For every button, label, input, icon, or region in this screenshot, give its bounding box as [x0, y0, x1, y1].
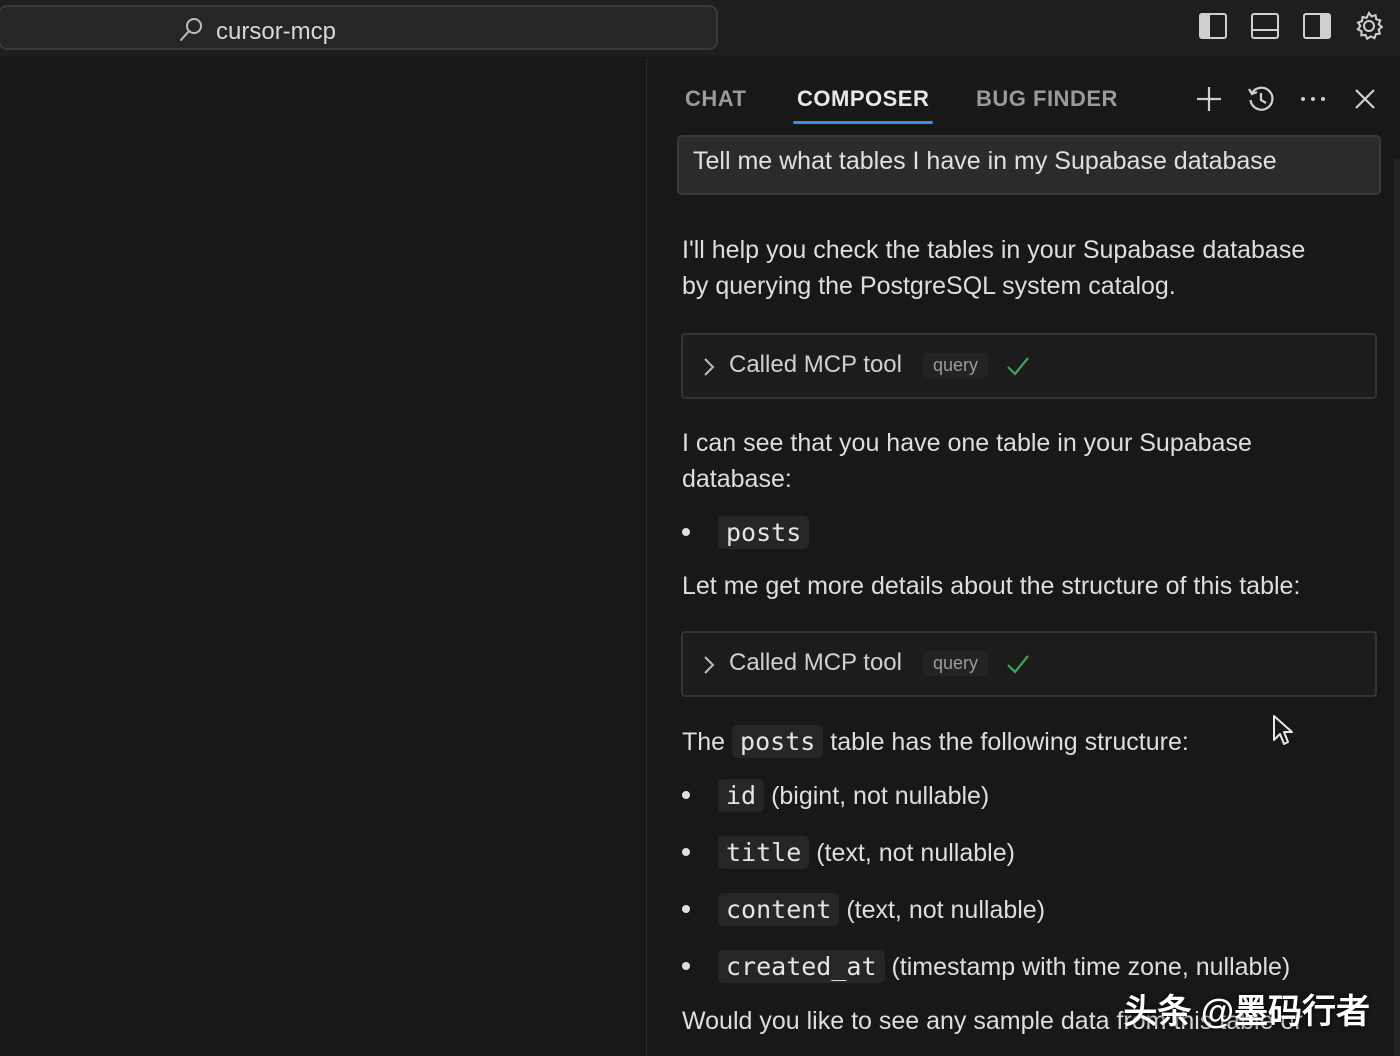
tab-chat[interactable]: CHAT — [685, 86, 746, 112]
check-icon — [1007, 655, 1029, 674]
intro-line-1: I'll help you check the tables in your S… — [682, 236, 1306, 264]
found-line-2: database: — [682, 465, 792, 493]
chevron-right-icon — [704, 358, 715, 376]
bullet — [682, 791, 690, 800]
found-line-1: I can see that you have one table in you… — [682, 429, 1252, 457]
bullet — [682, 905, 690, 914]
list-item: id (bigint, not nullable) — [682, 778, 1382, 814]
list-item: posts — [682, 515, 1382, 551]
panel-tabs: CHAT COMPOSER BUG FINDER — [647, 59, 1400, 137]
column-desc: (timestamp with time zone, nullable) — [891, 953, 1291, 981]
plus-icon[interactable] — [1191, 81, 1227, 117]
search-text: cursor-mcp — [216, 18, 337, 45]
intro-line-2: by querying the PostgreSQL system catalo… — [682, 272, 1176, 300]
column-name: id — [718, 779, 765, 812]
tool-call-1[interactable]: Called MCP tool query — [681, 333, 1377, 399]
column-desc: (text, not nullable) — [816, 839, 1015, 867]
column-desc: (bigint, not nullable) — [771, 782, 990, 810]
assistant-message-intro: I'll help you check the tables in your S… — [682, 232, 1382, 304]
toggle-secondary-sidebar-icon[interactable] — [1300, 9, 1334, 43]
structure-pre: The — [682, 728, 726, 756]
structure-code: posts — [732, 725, 824, 758]
history-icon[interactable] — [1243, 81, 1279, 117]
close-icon[interactable] — [1347, 81, 1383, 117]
layout-controls — [1196, 9, 1386, 43]
settings-gear-icon[interactable] — [1352, 9, 1386, 43]
bullet — [682, 848, 690, 857]
more-icon[interactable] — [1295, 81, 1331, 117]
tab-composer[interactable]: COMPOSER — [797, 86, 929, 112]
tab-bug-finder[interactable]: BUG FINDER — [976, 86, 1118, 112]
editor-area[interactable] — [0, 59, 646, 1056]
column-name: content — [718, 893, 840, 926]
details-line: Let me get more details about the struct… — [682, 572, 1301, 600]
tool-name-tag: query — [923, 651, 989, 676]
watermark: 头条 @墨码行者 — [1123, 993, 1370, 1031]
list-item: created_at (timestamp with time zone, nu… — [682, 949, 1382, 985]
tool-call-label: Called MCP tool — [729, 351, 902, 378]
search-icon — [180, 18, 202, 41]
bullet — [682, 528, 690, 537]
column-desc: (text, not nullable) — [846, 896, 1046, 924]
title-bar: cursor-mcp — [0, 0, 1400, 58]
mouse-cursor-icon — [1273, 715, 1293, 745]
panel-actions — [1191, 81, 1383, 117]
assistant-message-found: I can see that you have one table in you… — [682, 425, 1382, 497]
toggle-panel-icon[interactable] — [1248, 9, 1282, 43]
active-tab-indicator — [793, 121, 933, 124]
toggle-primary-sidebar-icon[interactable] — [1196, 9, 1230, 43]
panel-scrollbar[interactable] — [1394, 159, 1400, 1056]
table-name-code: posts — [718, 516, 810, 549]
check-icon — [1007, 357, 1029, 376]
composer-panel: CHAT COMPOSER BUG FINDER Tell me what ta… — [646, 59, 1400, 1056]
list-item: content (text, not nullable) — [682, 892, 1382, 928]
command-center-search[interactable]: cursor-mcp — [0, 5, 718, 50]
user-message[interactable]: Tell me what tables I have in my Supabas… — [677, 135, 1381, 195]
list-item: title (text, not nullable) — [682, 835, 1382, 871]
tool-call-label: Called MCP tool — [729, 649, 902, 676]
structure-post: table has the following structure: — [830, 728, 1189, 756]
tool-call-2[interactable]: Called MCP tool query — [681, 631, 1377, 697]
chevron-right-icon — [704, 656, 715, 674]
column-name: created_at — [718, 950, 885, 983]
tool-name-tag: query — [923, 353, 989, 378]
column-name: title — [718, 836, 810, 869]
bullet — [682, 962, 690, 971]
